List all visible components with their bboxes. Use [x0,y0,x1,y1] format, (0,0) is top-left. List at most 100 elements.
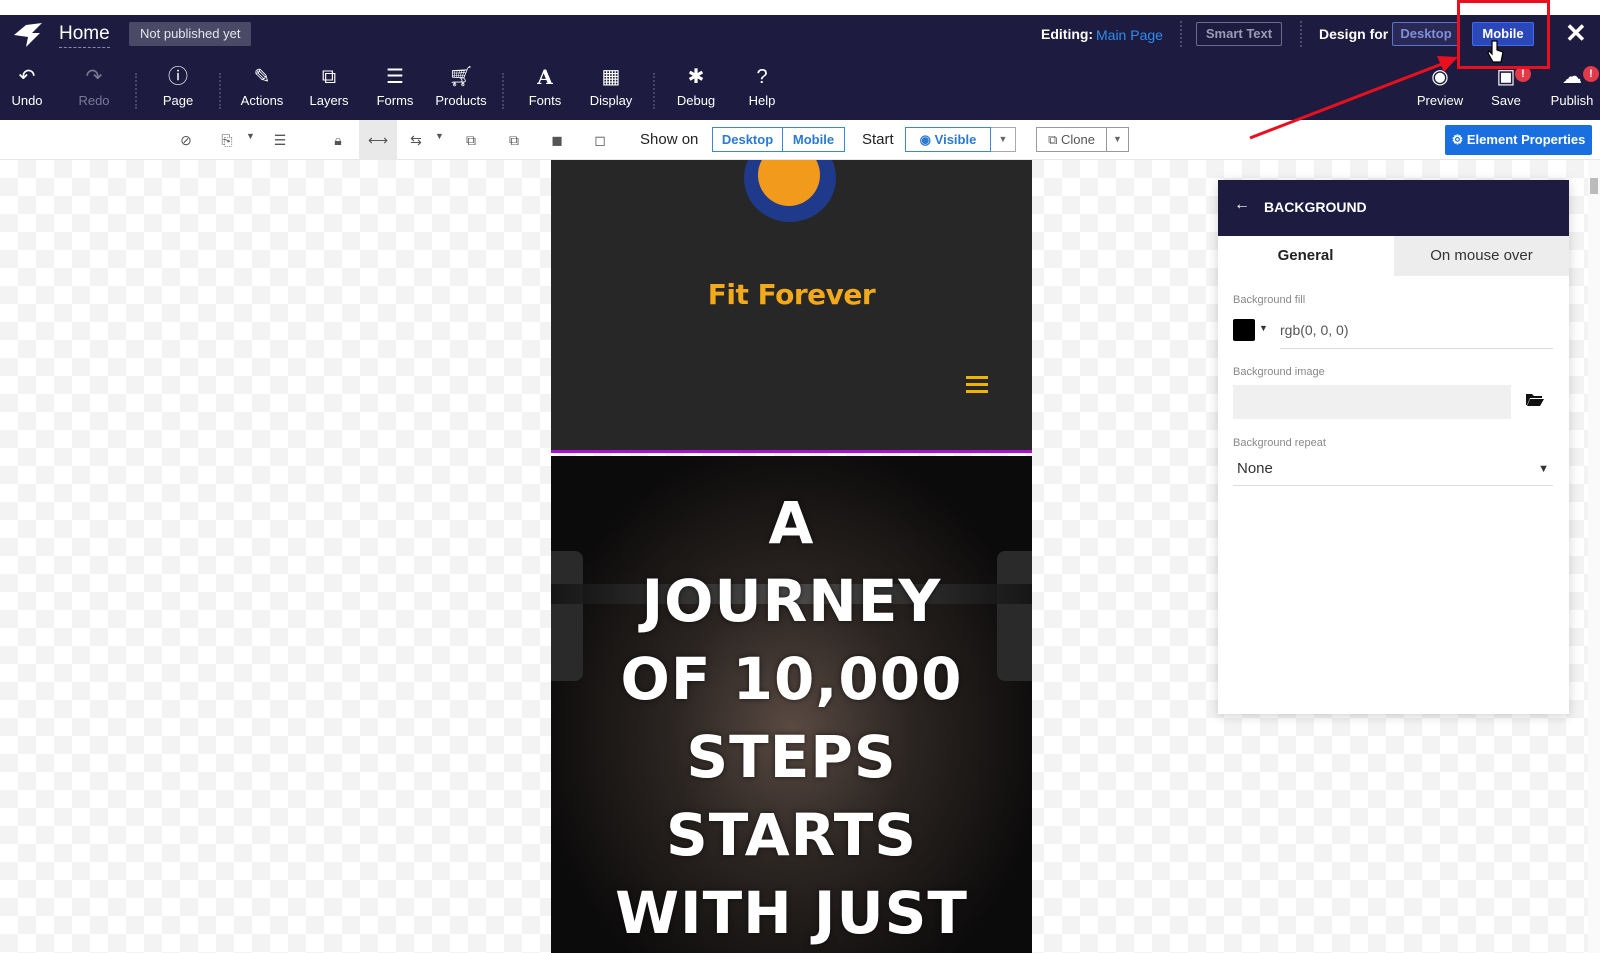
hero-section[interactable]: A JOURNEY OF 10,000 STEPS STARTS WITH JU… [551,456,1032,953]
actions-button[interactable]: ✎ Actions [227,65,297,108]
undo-label: Undo [11,93,43,108]
fonts-label: Fonts [528,93,562,108]
design-for-label: Design for [1319,26,1389,42]
page-title[interactable]: Home [59,23,110,48]
tab-general[interactable]: General [1218,236,1393,276]
hero-headline[interactable]: A JOURNEY OF 10,000 STEPS STARTS WITH JU… [551,484,1032,952]
undo-icon: ↶ [18,66,36,88]
start-label: Start [862,131,894,148]
toolbar-separator [502,73,504,109]
clone-label: Clone [1060,132,1095,147]
app-logo-icon[interactable] [12,21,44,49]
eye-icon: ◉ [1431,66,1449,88]
chevron-down-icon[interactable]: ▼ [1259,323,1268,333]
clone-icon: ⧉ [1048,132,1061,147]
panel-header: ← BACKGROUND [1218,180,1569,236]
copy-style-icon[interactable]: ⎘ [216,130,238,150]
smart-text-button[interactable]: Smart Text [1196,22,1282,46]
display-label: Display [589,93,633,108]
visible-label: Visible [934,132,977,147]
close-icon[interactable]: ✕ [1565,18,1587,49]
hero-line: OF 10,000 [620,645,963,713]
redo-button[interactable]: ↷ Redo [59,65,129,108]
publish-status-badge: Not published yet [129,22,252,46]
scroll-thumb[interactable] [1590,178,1598,194]
background-image-input[interactable] [1233,385,1511,419]
forms-label: Forms [376,93,414,108]
page-label: Page [162,93,194,108]
panel-tabs: General On mouse over [1218,236,1569,276]
element-properties-button[interactable]: ⚙ Element Properties [1445,125,1592,155]
site-title[interactable]: Fit Forever [551,278,1032,311]
back-arrow-icon[interactable]: ← [1234,196,1250,214]
fitness-logo-icon [758,160,820,206]
forms-button[interactable]: ☰ Forms [360,65,430,108]
chevron-down-icon: ▼ [1538,463,1549,475]
element-toolbar: ⊘ ⎘ ▼ ☰ 🔒︎ ⟷ ⇆ ▼ ⧉ ⧉ ◼ ◻ Show on Desktop… [0,120,1600,160]
no-select-icon[interactable]: ⊘ [175,130,197,150]
preview-button[interactable]: ◉ Preview [1405,65,1475,108]
background-fill-input[interactable]: rgb(0, 0, 0) [1280,322,1553,349]
align-icon[interactable]: ☰ [269,130,291,150]
page-button[interactable]: ⓘ Page [143,65,213,108]
toolbar-separator [135,73,137,109]
hero-line: WITH JUST [615,879,968,947]
site-logo[interactable] [744,160,836,222]
design-desktop-button[interactable]: Desktop [1392,22,1460,46]
distribute-icon[interactable]: ⇆ [405,130,427,150]
editing-page-link[interactable]: Main Page [1096,27,1163,43]
layers-label: Layers [309,93,349,108]
folder-open-icon[interactable] [1526,392,1544,406]
clone-button[interactable]: ⧉ Clone [1036,127,1107,152]
chevron-down-icon[interactable]: ▼ [435,131,444,141]
background-image-label: Background image [1233,366,1325,378]
tab-on-mouse-over[interactable]: On mouse over [1394,236,1569,276]
send-backward-icon[interactable]: ⧉ [503,130,525,150]
floppy-icon: ▣ [1496,66,1516,88]
list-icon: ☰ [386,66,404,88]
site-header[interactable]: Fit Forever [551,160,1032,453]
products-label: Products [435,93,487,108]
toolbar-separator [219,73,221,109]
background-properties-panel: ← BACKGROUND General On mouse over Backg… [1218,180,1569,714]
visible-dropdown[interactable]: ◉ Visible [905,127,991,152]
mobile-page-preview[interactable]: Fit Forever A JOURNEY OF 10,000 STEPS ST… [551,160,1032,953]
preview-label: Preview [1416,93,1464,108]
background-repeat-select[interactable]: None ▼ [1233,456,1553,486]
stretch-width-icon[interactable]: ⟷ [359,120,397,160]
debug-label: Debug [676,93,716,108]
editor-header: Home Not published yet Editing: Main Pag… [0,15,1600,120]
chevron-down-icon[interactable]: ▼ [1107,127,1129,152]
show-on-mobile-toggle[interactable]: Mobile [782,127,845,152]
help-label: Help [748,93,776,108]
color-swatch[interactable] [1233,319,1255,341]
chevron-down-icon[interactable]: ▼ [246,131,255,141]
products-button[interactable]: 🛒︎ Products [426,65,496,108]
send-to-back-icon[interactable]: ◻ [589,130,611,150]
hero-line: JOURNEY [641,567,942,635]
chevron-down-icon[interactable]: ▼ [991,127,1016,152]
publish-label: Publish [1550,93,1594,108]
background-repeat-label: Background repeat [1233,437,1326,449]
fonts-button[interactable]: A Fonts [510,65,580,108]
display-button[interactable]: ▦ Display [576,65,646,108]
show-on-label: Show on [640,131,699,148]
bring-forward-icon[interactable]: ⧉ [460,130,482,150]
hamburger-menu-icon[interactable] [966,376,988,394]
show-on-desktop-toggle[interactable]: Desktop [712,127,783,152]
undo-button[interactable]: ↶ Undo [0,65,62,108]
save-label: Save [1491,93,1521,108]
hero-line: STEPS [686,723,897,791]
debug-button[interactable]: ✱ Debug [661,65,731,108]
layers-button[interactable]: ⧉ Layers [294,65,364,108]
background-fill-label: Background fill [1233,294,1306,306]
canvas-scrollbar[interactable] [1588,160,1600,953]
info-icon: ⓘ [168,66,188,88]
editing-label: Editing: [1041,26,1094,42]
lock-icon[interactable]: 🔒︎ [327,130,349,150]
publish-notice-badge: ! [1583,66,1599,82]
header-separator [1180,21,1182,47]
font-icon: A [537,65,553,89]
bring-to-front-icon[interactable]: ◼ [546,130,568,150]
help-button[interactable]: ? Help [727,65,797,108]
